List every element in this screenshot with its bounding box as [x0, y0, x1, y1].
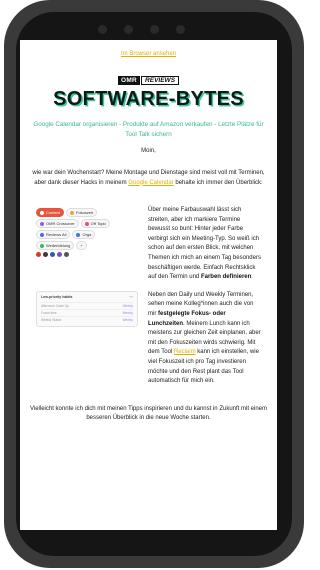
swatch-icon [43, 252, 48, 257]
newsletter-subtitle: Google Calendar organisieren - Produkte … [33, 121, 264, 138]
closing-paragraph: Vielleicht konnte ich dich mit meinen Ti… [29, 405, 267, 422]
swatch-icon [50, 252, 55, 257]
logo-omr: OMR [117, 76, 141, 85]
habits-screenshot-image: Low-priority habits ··· Afternoon Catch U… [36, 290, 138, 387]
chip-off-topic: Off Topic [80, 219, 111, 228]
speaker-dot-icon [124, 25, 133, 34]
habits-title: Low-priority habits [41, 294, 73, 299]
habit-item: Weekly Status Weekly [41, 315, 133, 322]
tip-focus-text: Neben den Daily und Weekly Terminen, seh… [148, 291, 261, 385]
logo-reviews: REVIEWS [141, 76, 180, 85]
chip-weiterbildung: Weiterbildung [36, 241, 75, 250]
google-calendar-link[interactable]: Google Calendar [128, 180, 173, 186]
intro-text-end: behalte ich immer den Überblick: [173, 179, 263, 186]
swatch-icon [64, 252, 69, 257]
view-in-browser-link[interactable]: Im Browser ansehen [20, 51, 277, 57]
chip-omr-crossover: OMR Crossover [36, 219, 79, 228]
omr-reviews-logo: OMR REVIEWS [20, 76, 277, 85]
habit-item: Afternoon Catch Up Weekly [41, 301, 133, 308]
tip-focus-time: Low-priority habits ··· Afternoon Catch U… [20, 290, 277, 387]
speaker-dot-icon [176, 25, 185, 34]
chip-fokuszeit: Fokuszeit [66, 208, 98, 217]
chip-orga: Orga [72, 230, 96, 239]
newsletter-content: Im Browser ansehen OMR REVIEWS SOFTWARE-… [20, 51, 277, 424]
habit-item: Focus time Weekly [41, 308, 133, 315]
chip-content: Content [36, 208, 65, 217]
habits-card: Low-priority habits ··· Afternoon Catch U… [36, 290, 138, 327]
swatch-icon [36, 252, 41, 257]
intro-paragraph: wie war dein Wochenstart? Meine Montage … [26, 169, 271, 188]
email-screen[interactable]: Im Browser ansehen OMR REVIEWS SOFTWARE-… [20, 40, 277, 530]
speaker-dot-icon [150, 25, 159, 34]
greeting: Moin, [141, 148, 156, 154]
color-swatches [36, 252, 138, 257]
bold-farben-definieren: Farben definieren [200, 274, 252, 281]
tip-color-labels: Content Fokuszeit OMR Crossover Off Topi… [20, 206, 277, 283]
chip-reviews-all: Reviews All [36, 230, 71, 239]
swatch-icon [57, 252, 62, 257]
newsletter-title: SOFTWARE-BYTES [53, 88, 244, 110]
tip-color-text: Über meine Farbauswahl lässt sich streit… [148, 207, 261, 281]
calendar-color-chips-image: Content Fokuszeit OMR Crossover Off Topi… [36, 206, 138, 283]
reclaim-link[interactable]: Reclaim [174, 349, 196, 355]
chip-add: + [76, 241, 87, 250]
camera-dot-icon [98, 25, 107, 34]
more-icon: ··· [129, 294, 134, 299]
